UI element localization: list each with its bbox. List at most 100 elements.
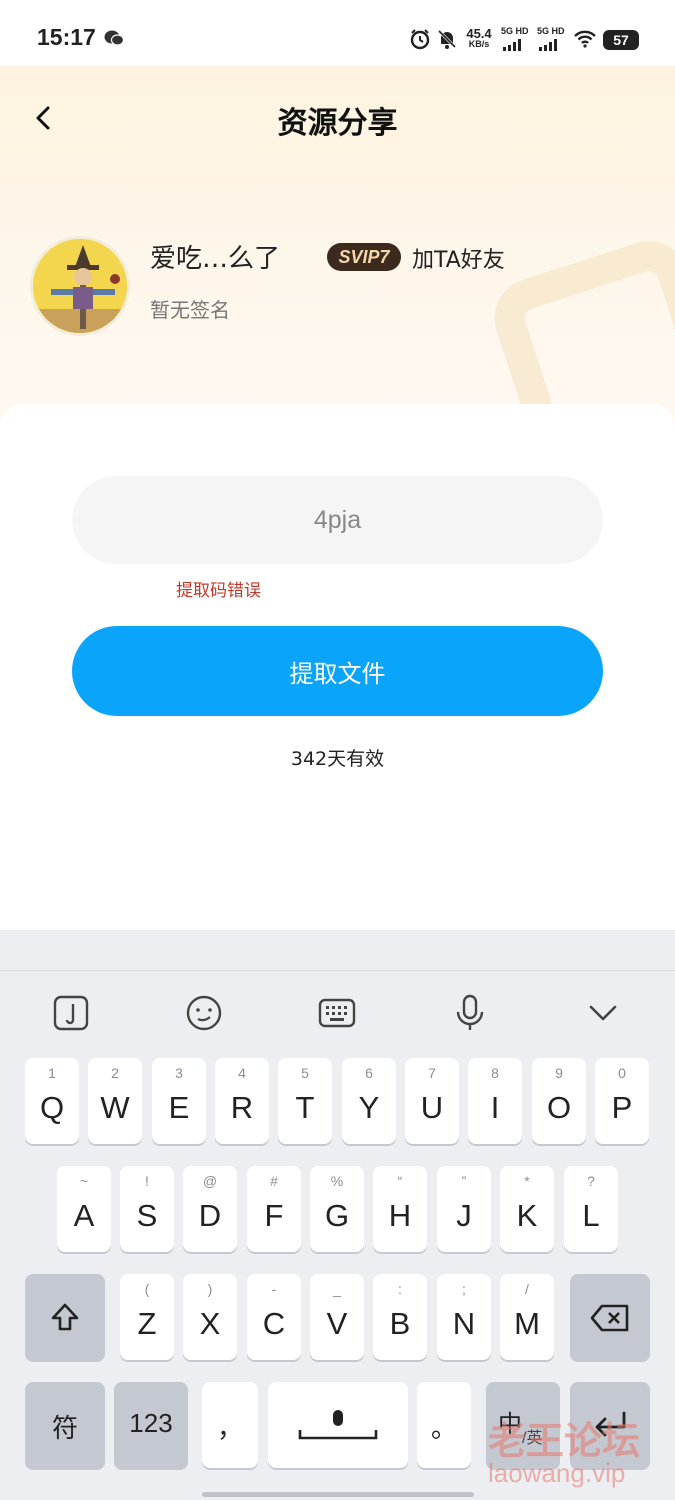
key-l[interactable]: ? L <box>564 1166 618 1252</box>
comma-key[interactable]: ， <box>202 1382 258 1468</box>
alarm-icon <box>410 29 430 50</box>
avatar[interactable] <box>30 236 130 336</box>
key-v[interactable]: _ V <box>310 1274 364 1360</box>
key-hint: 0 <box>618 1065 626 1081</box>
key-n[interactable]: ; N <box>437 1274 491 1360</box>
key-b[interactable]: :B <box>373 1274 427 1360</box>
key-y[interactable]: 6Y <box>342 1058 396 1144</box>
key-label: E <box>168 1090 190 1125</box>
key-e[interactable]: 3E <box>152 1058 206 1144</box>
key-hint: @ <box>202 1173 218 1189</box>
key-label: Y <box>358 1090 380 1125</box>
add-friend-link[interactable]: 加TA好友 <box>412 242 505 274</box>
key-hint: / <box>525 1281 529 1297</box>
key-label: M <box>514 1306 540 1341</box>
key-c[interactable]: -C <box>247 1274 301 1360</box>
profile-header: 资源分享 爱吃…么了 SVIP7 加TA好友 暂无签名 <box>0 66 675 426</box>
microphone-icon[interactable] <box>450 993 490 1033</box>
backspace-key[interactable] <box>570 1274 650 1360</box>
key-hint: # <box>270 1173 278 1189</box>
wifi-icon <box>574 30 596 48</box>
key-r[interactable]: 4R <box>215 1058 269 1144</box>
emoji-icon[interactable] <box>184 993 224 1033</box>
key-t[interactable]: 5T <box>278 1058 332 1144</box>
keyboard-icon[interactable] <box>317 993 357 1033</box>
key-label: 123 <box>129 1408 173 1438</box>
key-label: O <box>546 1090 572 1125</box>
key-hint: ? <box>587 1173 595 1189</box>
net-speed-value: 45.4 <box>466 26 492 41</box>
key-hint: * <box>524 1173 530 1189</box>
battery-indicator: 57 <box>603 30 639 50</box>
key-label: G <box>324 1198 350 1233</box>
key-j[interactable]: ” J <box>437 1166 491 1252</box>
sim2-label: 5G HD <box>537 26 565 36</box>
home-indicator[interactable] <box>202 1492 474 1497</box>
status-time: 15:17 <box>37 24 96 50</box>
share-card: 提取码错误 提取文件 342天有效 <box>0 404 675 934</box>
key-s[interactable]: ! S <box>120 1166 174 1252</box>
symbols-key[interactable]: 符 <box>25 1382 105 1468</box>
space-mic-icon <box>298 1410 378 1440</box>
key-a[interactable]: ~ A <box>57 1166 111 1252</box>
key-hint: 1 <box>48 1065 56 1081</box>
key-f[interactable]: # F <box>247 1166 301 1252</box>
chevron-down-icon[interactable] <box>583 993 623 1033</box>
space-key[interactable] <box>268 1382 408 1468</box>
extraction-code-input[interactable] <box>72 476 603 564</box>
validity-text: 342天有效 <box>290 748 385 770</box>
key-label: 。 <box>430 1413 457 1443</box>
user-signature: 暂无签名 <box>150 298 230 322</box>
key-label: C <box>262 1306 286 1341</box>
key-hint: ( <box>144 1281 150 1297</box>
key-label: A <box>73 1198 95 1233</box>
key-u[interactable]: 7U <box>405 1058 459 1144</box>
period-key[interactable]: 。 <box>417 1382 471 1468</box>
key-z[interactable]: (Z <box>120 1274 174 1360</box>
mute-bell-icon <box>437 29 457 49</box>
shift-arrow-icon <box>51 1303 79 1331</box>
key-hint: 7 <box>428 1065 436 1081</box>
key-hint: 3 <box>175 1065 183 1081</box>
key-hint: 2 <box>111 1065 119 1081</box>
username: 爱吃…么了 <box>150 244 281 274</box>
key-label: N <box>452 1306 476 1341</box>
key-label: W <box>100 1090 130 1125</box>
key-hint: “ <box>397 1173 403 1189</box>
key-label: F <box>264 1198 284 1233</box>
key-hint: ~ <box>79 1173 89 1189</box>
key-hint: 4 <box>238 1065 246 1081</box>
wechat-icon <box>104 30 124 46</box>
key-q[interactable]: 1Q <box>25 1058 79 1144</box>
key-d[interactable]: @ D <box>183 1166 237 1252</box>
numbers-key[interactable]: 123 <box>114 1382 188 1468</box>
key-x[interactable]: ) X <box>183 1274 237 1360</box>
extract-file-button[interactable]: 提取文件 <box>72 626 603 716</box>
backspace-icon <box>590 1304 629 1332</box>
key-i[interactable]: 8I <box>468 1058 522 1144</box>
key-label: H <box>388 1198 412 1233</box>
key-g[interactable]: % G <box>310 1166 364 1252</box>
key-h[interactable]: “H <box>373 1166 427 1252</box>
watermark-en: laowang.vip <box>488 1458 626 1488</box>
text-cursor-icon[interactable] <box>51 993 91 1033</box>
key-label: B <box>389 1306 411 1341</box>
key-label: U <box>420 1090 444 1125</box>
shift-key[interactable] <box>25 1274 105 1360</box>
key-hint: - <box>271 1281 277 1297</box>
key-m[interactable]: / M <box>500 1274 554 1360</box>
key-hint: 5 <box>301 1065 309 1081</box>
key-label: ， <box>216 1413 243 1443</box>
key-o[interactable]: 9O <box>532 1058 586 1144</box>
key-hint: % <box>330 1173 344 1189</box>
key-k[interactable]: * K <box>500 1166 554 1252</box>
key-hint: 9 <box>555 1065 563 1081</box>
key-label: V <box>326 1306 348 1341</box>
key-hint: ” <box>461 1173 467 1189</box>
page-title: 资源分享 <box>277 106 398 141</box>
key-hint: ) <box>207 1281 213 1297</box>
key-hint: ; <box>462 1281 466 1297</box>
sim1-label: 5G HD <box>501 26 529 36</box>
key-p[interactable]: 0P <box>595 1058 649 1144</box>
key-w[interactable]: 2W <box>88 1058 142 1144</box>
